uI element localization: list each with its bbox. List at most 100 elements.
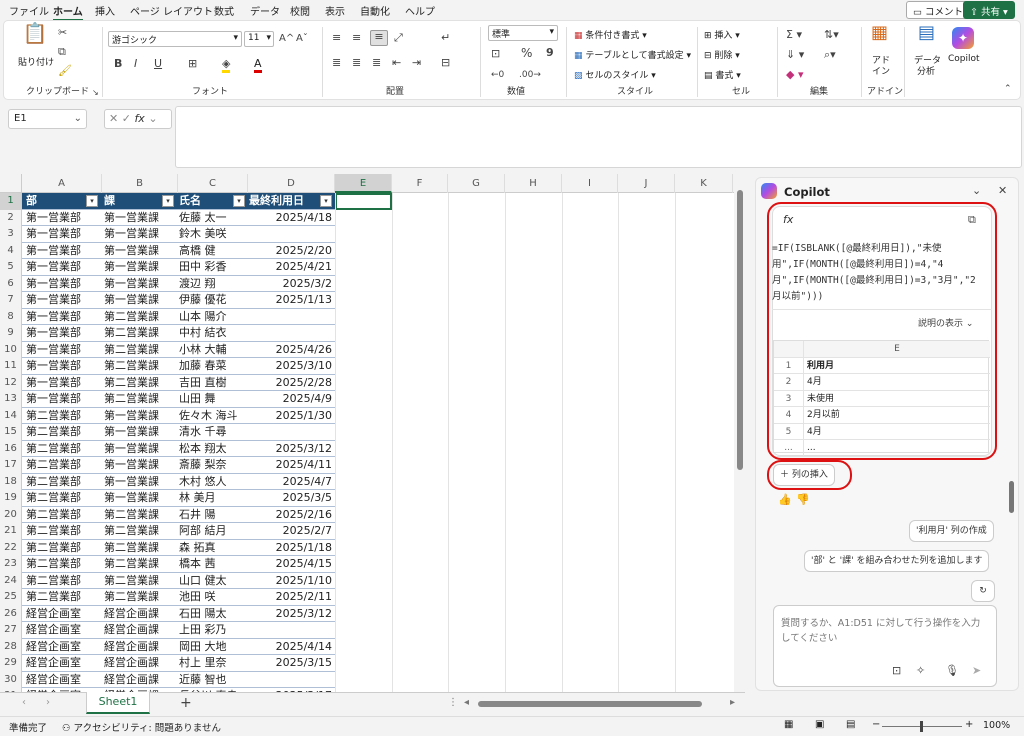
cancel-icon[interactable]: ✕ — [109, 112, 118, 125]
close-icon[interactable]: ✕ — [998, 184, 1007, 197]
table-cell[interactable]: 第一営業課 — [102, 441, 176, 457]
table-cell[interactable]: 中村 結衣 — [177, 325, 247, 341]
table-cell[interactable]: 第二営業部 — [24, 474, 100, 490]
send-icon[interactable]: ➤ — [972, 664, 981, 677]
table-cell[interactable]: 2025/4/9 — [247, 391, 334, 407]
align-top-icon[interactable]: ≡ — [332, 32, 341, 44]
row-header[interactable]: 21 — [0, 523, 22, 540]
table-cell[interactable] — [247, 226, 334, 242]
autosum-icon[interactable]: Σ ▾ — [786, 29, 802, 41]
dialog-launcher-icon[interactable]: ↘ — [92, 87, 99, 99]
table-cell[interactable]: 第一営業課 — [102, 276, 176, 292]
table-cell[interactable]: 第一営業部 — [24, 325, 100, 341]
horizontal-scroll-thumb[interactable] — [478, 701, 702, 707]
italic-button[interactable]: I — [134, 58, 137, 70]
row-header[interactable]: 27 — [0, 622, 22, 639]
filter-dropdown-icon[interactable]: ▾ — [162, 195, 174, 207]
table-cell[interactable]: 第一営業課 — [102, 210, 176, 226]
microphone-icon[interactable]: 🎙 — [945, 664, 959, 677]
table-cell[interactable]: 第一営業部 — [24, 375, 100, 391]
row-header[interactable]: 9 — [0, 325, 22, 342]
row-header[interactable]: 13 — [0, 391, 22, 408]
table-cell[interactable]: 第一営業部 — [24, 259, 100, 275]
table-cell[interactable]: 2025/3/12 — [247, 441, 334, 457]
row-header[interactable]: 5 — [0, 259, 22, 276]
row-header[interactable]: 19 — [0, 490, 22, 507]
table-cell[interactable]: 第二営業部 — [24, 589, 100, 605]
row-header[interactable]: 30 — [0, 671, 22, 688]
table-cell[interactable] — [247, 424, 334, 440]
table-cell[interactable]: 第一営業部 — [24, 391, 100, 407]
table-cell[interactable]: 経営企画課 — [102, 672, 176, 688]
addins-icon[interactable]: ▦ — [871, 24, 888, 42]
table-cell[interactable]: 2025/2/28 — [247, 375, 334, 391]
table-cell[interactable]: 第二営業課 — [102, 391, 176, 407]
comma-button[interactable]: 9 — [546, 47, 554, 59]
table-cell[interactable]: 第二営業課 — [102, 573, 176, 589]
grow-font-icon[interactable]: A^ — [279, 33, 294, 45]
thumbs-up-icon[interactable]: 👍 — [778, 493, 792, 506]
table-cell[interactable]: 経営企画課 — [102, 622, 176, 638]
table-cell[interactable] — [247, 309, 334, 325]
column-header-d[interactable]: D — [248, 174, 335, 193]
table-cell[interactable]: 経営企画室 — [24, 655, 100, 671]
analyze-data-icon[interactable]: ▤ — [918, 24, 935, 42]
align-right-icon[interactable]: ≣ — [372, 57, 381, 69]
zoom-out-icon[interactable]: − — [872, 719, 880, 730]
percent-button[interactable]: % — [521, 47, 532, 59]
table-cell[interactable]: 2025/4/7 — [247, 474, 334, 490]
table-cell[interactable]: 第二営業課 — [102, 342, 176, 358]
row-header[interactable]: 4 — [0, 242, 22, 259]
table-cell[interactable]: 第一営業課 — [102, 457, 176, 473]
selected-cell-e1[interactable] — [335, 193, 392, 210]
table-cell[interactable]: 経営企画課 — [102, 606, 176, 622]
table-cell[interactable]: 第二営業部 — [24, 573, 100, 589]
table-cell[interactable]: 林 美月 — [177, 490, 247, 506]
table-cell[interactable]: 2025/4/14 — [247, 639, 334, 655]
row-header[interactable]: 29 — [0, 655, 22, 672]
wrap-text-icon[interactable]: ↵ — [441, 32, 450, 44]
table-cell[interactable]: 伊藤 優花 — [177, 292, 247, 308]
bold-button[interactable]: B — [114, 58, 122, 70]
row-header[interactable]: 28 — [0, 638, 22, 655]
decrease-decimal-icon[interactable]: .00→ — [519, 69, 541, 81]
paste-icon[interactable]: 📋 — [20, 23, 50, 51]
table-cell[interactable]: 2025/3/10 — [247, 358, 334, 374]
fill-icon[interactable]: ⇓ ▾ — [786, 49, 804, 61]
shrink-font-icon[interactable]: Aˇ — [296, 33, 308, 45]
zoom-level[interactable]: 100% — [983, 720, 1010, 731]
attach-image-icon[interactable]: ⊡ — [892, 664, 901, 677]
table-cell[interactable]: 第二営業課 — [102, 309, 176, 325]
table-cell[interactable]: 第一営業部 — [24, 292, 100, 308]
filter-dropdown-icon[interactable]: ▾ — [233, 195, 245, 207]
table-cell[interactable]: 2025/2/20 — [247, 243, 334, 259]
fill-color-icon[interactable]: ◈ — [222, 58, 231, 73]
row-header[interactable]: 3 — [0, 226, 22, 243]
table-cell[interactable]: 第二営業課 — [102, 540, 176, 556]
row-header[interactable]: 18 — [0, 473, 22, 490]
row-header[interactable]: 24 — [0, 572, 22, 589]
format-painter-icon[interactable]: 🖌 — [58, 65, 72, 77]
conditional-format-button[interactable]: ▦ 条件付き書式 ▾ — [574, 28, 647, 41]
table-cell[interactable]: 第二営業部 — [24, 540, 100, 556]
table-cell[interactable]: 経営企画室 — [24, 672, 100, 688]
menu-home[interactable]: ホーム — [53, 3, 83, 21]
menu-formulas[interactable]: 数式 — [214, 3, 234, 18]
table-cell[interactable]: 第二営業部 — [24, 441, 100, 457]
menu-insert[interactable]: 挿入 — [95, 3, 115, 18]
next-sheet-icon[interactable]: › — [46, 697, 50, 708]
sheet-tab-sheet1[interactable]: Sheet1 — [86, 692, 150, 714]
align-center-icon[interactable]: ≣ — [352, 57, 361, 69]
format-as-table-button[interactable]: ▦ テーブルとして書式設定 ▾ — [574, 48, 691, 61]
table-cell[interactable]: 第二営業課 — [102, 358, 176, 374]
table-cell[interactable]: 橋本 茜 — [177, 556, 247, 572]
table-cell[interactable]: 第二営業部 — [24, 457, 100, 473]
table-cell[interactable]: 鈴木 美咲 — [177, 226, 247, 242]
row-header[interactable]: 2 — [0, 209, 22, 226]
table-cell[interactable]: 第二営業課 — [102, 375, 176, 391]
table-cell[interactable]: 第二営業部 — [24, 556, 100, 572]
row-header[interactable]: 25 — [0, 589, 22, 606]
comment-button[interactable]: ▭ コメント — [906, 1, 971, 19]
refresh-suggestions-button[interactable]: ↻ — [971, 580, 995, 602]
table-cell[interactable]: 2025/2/7 — [247, 523, 334, 539]
